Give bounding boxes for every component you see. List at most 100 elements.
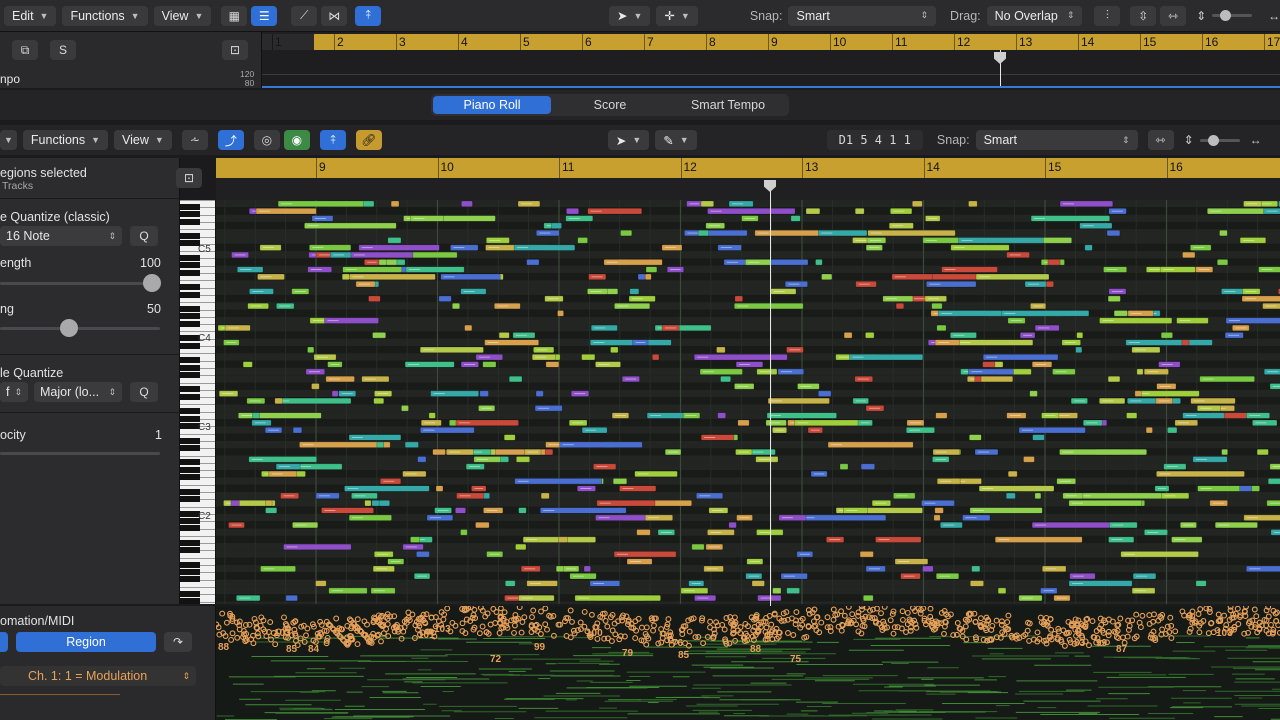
waveform-zoom-button[interactable]: ⫶ — [1094, 5, 1121, 26]
black-key[interactable] — [180, 262, 200, 269]
black-key[interactable] — [180, 547, 200, 554]
editor-functions-menu[interactable]: Functions ▼ — [22, 130, 109, 150]
editor-ruler[interactable]: 9 10 11 12 13 14 15 16 — [216, 158, 1280, 178]
black-key[interactable] — [180, 568, 200, 575]
black-key[interactable] — [180, 466, 200, 473]
tab-smart-tempo[interactable]: Smart Tempo — [669, 96, 787, 114]
add-track-button[interactable]: ⊡ — [222, 40, 248, 60]
black-key[interactable] — [180, 284, 200, 291]
black-key[interactable] — [180, 444, 200, 451]
black-key[interactable] — [180, 598, 200, 604]
black-key[interactable] — [180, 474, 200, 481]
black-key[interactable] — [180, 255, 200, 262]
secondary-tool-menu[interactable]: ✛ ▼ — [656, 5, 698, 26]
quantize-q-button[interactable]: Q — [130, 226, 158, 246]
black-key[interactable] — [180, 525, 200, 532]
midi-out-button[interactable]: ◉ — [283, 130, 310, 150]
catch-button[interactable]: ⤉ — [355, 5, 381, 26]
automation-track-button[interactable] — [0, 632, 8, 652]
black-key[interactable] — [180, 408, 200, 415]
quantize-select[interactable]: 16 Note ⇕ — [0, 226, 122, 246]
pointer-tool-menu[interactable]: ➤ ▼ — [609, 5, 651, 26]
tracks-ruler[interactable]: 1 2 3 4 5 6 7 8 9 10 11 12 13 14 15 16 17 — [262, 34, 1280, 50]
editor-zoom-slider[interactable] — [1199, 134, 1240, 146]
black-key[interactable] — [180, 393, 200, 400]
black-key[interactable] — [180, 269, 200, 276]
swing-slider-knob[interactable] — [60, 319, 78, 337]
scale-mode-select[interactable]: Major (lo... ⇕ — [34, 382, 122, 402]
black-key[interactable] — [180, 357, 200, 364]
scale-q-button[interactable]: Q — [130, 382, 158, 402]
vertical-zoom-slider[interactable] — [1212, 10, 1253, 21]
tab-piano-roll[interactable]: Piano Roll — [433, 96, 551, 114]
black-key[interactable] — [180, 233, 200, 240]
automation-lane[interactable]: 88 103 85 84 101 103 72 99 100 79 76 85 88 75 83 87 99 10… — [216, 606, 1280, 720]
drag-select[interactable]: No Overlap ⇕ — [986, 5, 1083, 26]
black-key[interactable] — [180, 517, 200, 524]
editor-snap-select[interactable]: Smart ⇕ — [975, 130, 1138, 150]
midi-in-button[interactable]: ⤴ — [217, 130, 244, 150]
fit-horizontal-button[interactable]: ⇿ — [1160, 5, 1187, 26]
black-key[interactable] — [180, 459, 200, 466]
velocity-slider-track[interactable] — [0, 452, 160, 455]
duplicate-track-button[interactable]: ⧉ — [12, 40, 38, 60]
edit-menu[interactable]: Edit ▼ — [4, 5, 57, 26]
black-key[interactable] — [180, 342, 200, 349]
edit-menu-label: Edit — [12, 8, 34, 23]
black-key[interactable] — [180, 488, 200, 495]
editor-view-menu[interactable]: View ▼ — [114, 130, 172, 150]
editor-hidden-menu[interactable]: ▼ — [0, 130, 17, 150]
black-key[interactable] — [180, 561, 200, 568]
swing-slider-track[interactable] — [0, 327, 160, 330]
list-view-button[interactable]: ☰ — [251, 5, 278, 26]
black-key[interactable] — [180, 313, 200, 320]
midi-draw-button[interactable]: ◎ — [253, 130, 280, 150]
controller-select[interactable]: Ch. 1: 1 = Modulation ⇕ — [0, 666, 196, 686]
black-key[interactable] — [180, 291, 200, 298]
black-key[interactable] — [180, 576, 200, 583]
automation-curve-button[interactable]: ⟋ — [291, 5, 318, 26]
strength-slider-knob[interactable] — [143, 274, 161, 292]
black-key[interactable] — [180, 422, 200, 429]
region-button[interactable]: Region — [16, 632, 156, 652]
strength-slider-track[interactable] — [0, 282, 160, 285]
black-key[interactable] — [180, 335, 200, 342]
fit-vertical-button[interactable]: ⇳ — [1130, 5, 1157, 26]
editor-catch-button[interactable]: ⤉ — [319, 130, 346, 150]
black-key[interactable] — [180, 203, 200, 210]
black-key[interactable] — [180, 306, 200, 313]
black-key[interactable] — [180, 539, 200, 546]
black-key[interactable] — [180, 437, 200, 444]
scale-root-select[interactable]: f ⇕ — [0, 382, 28, 402]
grid-view-button[interactable]: ▦ — [221, 5, 248, 26]
collapse-button[interactable]: ⩪ — [181, 130, 208, 150]
black-key[interactable] — [180, 415, 200, 422]
black-key[interactable] — [180, 590, 200, 597]
view-menu[interactable]: View ▼ — [153, 5, 212, 26]
editor-pencil-tool-menu[interactable]: ✎ ▼ — [655, 130, 697, 150]
ruler-bar-line — [892, 34, 893, 50]
editor-fit-button[interactable]: ⇿ — [1147, 130, 1174, 150]
black-key[interactable] — [180, 211, 200, 218]
automation-redo-button[interactable]: ↷ — [164, 632, 192, 652]
black-key[interactable] — [180, 364, 200, 371]
editor-pointer-tool-menu[interactable]: ➤ ▼ — [607, 130, 650, 150]
snap-select[interactable]: Smart ⇕ — [788, 5, 937, 26]
link-button[interactable]: 🔗︎ — [355, 130, 382, 150]
black-key[interactable] — [180, 371, 200, 378]
black-key[interactable] — [180, 495, 200, 502]
black-key[interactable] — [180, 320, 200, 327]
functions-menu[interactable]: Functions ▼ — [62, 5, 148, 26]
solo-button[interactable]: S — [50, 40, 76, 60]
black-key[interactable] — [180, 510, 200, 517]
flex-button[interactable]: ⋈ — [321, 5, 348, 26]
note-grid[interactable] — [216, 200, 1280, 604]
automation-graph[interactable]: 8810385 841011037299100797685887583879910… — [216, 606, 1280, 720]
black-key[interactable] — [180, 386, 200, 393]
inspector-collapse-button[interactable]: ⊡ — [176, 168, 202, 188]
piano-keyboard[interactable]: C5 C4 C3 C2 — [180, 200, 216, 604]
tab-score[interactable]: Score — [551, 96, 669, 114]
black-key[interactable] — [180, 218, 200, 225]
black-key[interactable] — [180, 240, 200, 247]
piano-roll-grid[interactable] — [216, 200, 1280, 604]
